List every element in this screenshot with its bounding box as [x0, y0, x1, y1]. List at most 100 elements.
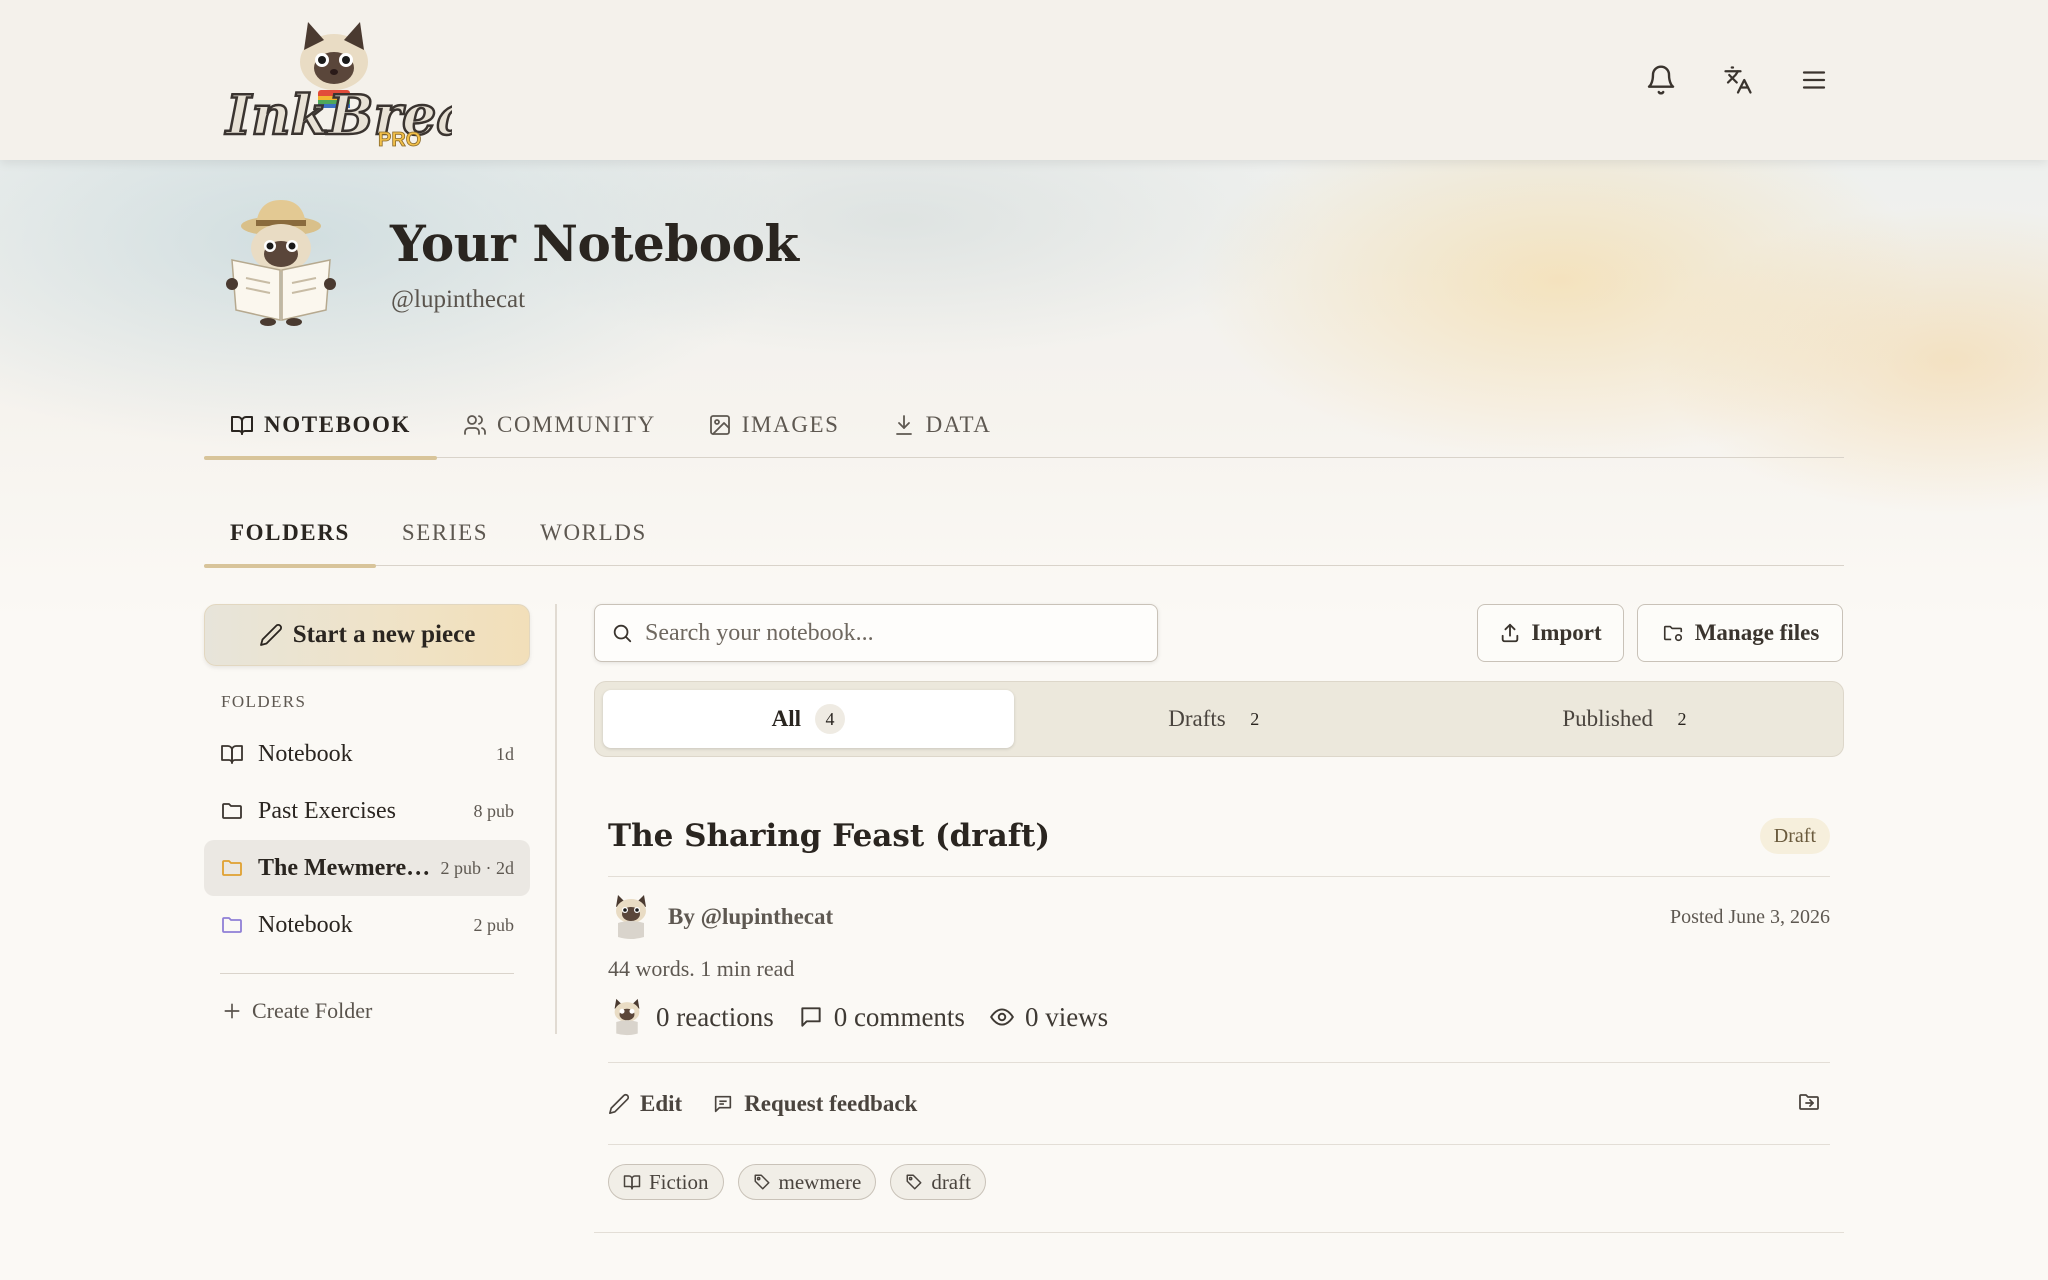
post-title[interactable]: The Sharing Feast (draft)	[608, 818, 1050, 854]
post-separator	[594, 1232, 1844, 1233]
eye-icon	[989, 1008, 1014, 1026]
filter-segmented-control: All 4 Drafts 2 Published 2	[594, 681, 1844, 757]
search-icon	[613, 624, 632, 643]
folder-name: The Mewmere Chronicles	[258, 854, 431, 881]
tab-notebook[interactable]: NOTEBOOK	[204, 392, 437, 460]
word-count: 44 words. 1 min read	[608, 956, 795, 981]
move-to-folder-icon[interactable]	[1796, 1090, 1822, 1119]
book-icon	[220, 741, 246, 767]
folder-icon	[220, 798, 246, 824]
tag-draft[interactable]: draft	[890, 1164, 986, 1200]
divider	[608, 1062, 1830, 1063]
tab-series[interactable]: SERIES	[376, 500, 514, 565]
folder-item-past-exercises[interactable]: Past Exercises 8 pub	[204, 783, 530, 839]
author-row: By @lupinthecat Posted June 3, 2026	[608, 890, 1830, 944]
book-icon	[231, 415, 253, 435]
folder-meta: 2 pub · 2d	[440, 857, 515, 878]
tag-label: Fiction	[649, 1169, 709, 1194]
folder-name: Past Exercises	[258, 797, 396, 824]
message-square-icon	[715, 1095, 732, 1113]
folder-name: Notebook	[258, 740, 353, 767]
filter-label: Drafts	[1168, 706, 1226, 731]
book-icon	[623, 1175, 641, 1190]
folder-meta: 2 pub	[473, 914, 515, 935]
filter-label: Published	[1562, 706, 1654, 731]
reactions-count: 0 reactions	[656, 1001, 774, 1032]
button-label: Start a new piece	[292, 621, 476, 648]
comments-count: 0 comments	[833, 1001, 965, 1032]
request-feedback-button[interactable]: Request feedback	[712, 1091, 917, 1117]
status-badge: Draft	[1759, 818, 1830, 854]
filter-drafts[interactable]: Drafts 2	[1014, 690, 1425, 748]
tag-label: draft	[931, 1169, 971, 1194]
edit-button[interactable]: Edit	[608, 1091, 682, 1117]
folder-icon	[220, 912, 246, 938]
avatar[interactable]	[218, 196, 344, 326]
folder-icon	[220, 855, 246, 881]
post-actions: Edit Request feedback	[608, 1084, 1830, 1124]
search-box	[594, 604, 1158, 662]
tag-list: Fiction mewmere draft	[608, 1164, 986, 1200]
user-handle: @lupinthecat	[391, 286, 526, 313]
tab-data[interactable]: DATA	[866, 392, 1018, 457]
views: 0 views	[989, 1002, 1108, 1033]
inkbreaker-logo[interactable]: InkBreaker PRO	[222, 16, 576, 151]
engagement-row: 0 reactions 0 comments 0 views	[608, 996, 1108, 1038]
sidebar-vertical-divider	[555, 604, 557, 1034]
cat-reaction-icon	[614, 998, 640, 1036]
folder-item-notebook-2[interactable]: Notebook 2 pub	[204, 897, 530, 953]
tab-label: DATA	[925, 411, 992, 437]
folder-meta: 8 pub	[473, 800, 515, 821]
folders-section-label: FOLDERS	[221, 692, 307, 711]
folder-name: Notebook	[258, 911, 353, 938]
filter-published[interactable]: Published 2	[1424, 690, 1835, 748]
button-label: Request feedback	[744, 1091, 918, 1116]
translate-icon[interactable]	[1716, 58, 1760, 102]
upload-icon	[1502, 623, 1519, 643]
pencil-icon	[259, 624, 282, 646]
tab-label: COMMUNITY	[497, 411, 656, 437]
tab-label: IMAGES	[741, 411, 840, 437]
tab-community[interactable]: COMMUNITY	[437, 392, 682, 457]
tag-mewmere[interactable]: mewmere	[737, 1164, 877, 1200]
download-icon	[895, 414, 912, 435]
sidebar-divider	[220, 973, 514, 974]
folder-item-the-mewmere-chronicles[interactable]: The Mewmere Chronicles 2 pub · 2d	[204, 840, 530, 896]
author-name[interactable]: By @lupinthecat	[668, 904, 833, 930]
button-label: Manage files	[1694, 620, 1820, 645]
reactions[interactable]: 0 reactions	[608, 996, 774, 1038]
tag-fiction[interactable]: Fiction	[608, 1164, 724, 1200]
tab-images[interactable]: IMAGES	[682, 392, 866, 457]
filter-all[interactable]: All 4	[603, 690, 1014, 748]
comment-icon	[801, 1007, 821, 1027]
filter-label: All	[771, 706, 802, 731]
search-input[interactable]	[645, 619, 1125, 647]
page-title: Your Notebook	[390, 214, 799, 273]
start-new-piece-button[interactable]: Start a new piece	[204, 604, 530, 666]
import-button[interactable]: Import	[1477, 604, 1624, 662]
folder-settings-icon	[1663, 625, 1682, 642]
folder-meta: 1d	[496, 743, 514, 764]
top-bar: InkBreaker PRO	[0, 0, 2048, 160]
sub-tabs: FOLDERS SERIES WORLDS	[204, 500, 1844, 568]
users-icon	[464, 414, 486, 435]
comments[interactable]: 0 comments	[798, 1002, 965, 1033]
tag-label: mewmere	[778, 1169, 862, 1194]
main-tabs: NOTEBOOK COMMUNITY IMAGES DATA	[204, 392, 1844, 460]
tab-folders[interactable]: FOLDERS	[204, 500, 376, 568]
views-count: 0 views	[1024, 1001, 1109, 1032]
create-folder-button[interactable]: Create Folder	[222, 998, 530, 1024]
svg-text:PRO: PRO	[378, 129, 421, 150]
button-label: Import	[1531, 620, 1602, 645]
folder-list: Notebook 1d Past Exercises 8 pub The Mew…	[204, 726, 530, 953]
tab-worlds[interactable]: WORLDS	[514, 500, 673, 565]
count-badge: 4	[815, 704, 846, 734]
manage-files-button[interactable]: Manage files	[1637, 604, 1843, 662]
count-badge: 2	[1250, 708, 1260, 729]
posted-date: Posted June 3, 2026	[1670, 905, 1830, 928]
bell-icon[interactable]	[1639, 58, 1683, 102]
folder-sidebar: Start a new piece FOLDERS Notebook 1d Pa…	[204, 604, 530, 1024]
menu-icon[interactable]	[1792, 58, 1836, 102]
folder-item-notebook[interactable]: Notebook 1d	[204, 726, 530, 782]
author-avatar[interactable]	[608, 893, 654, 941]
